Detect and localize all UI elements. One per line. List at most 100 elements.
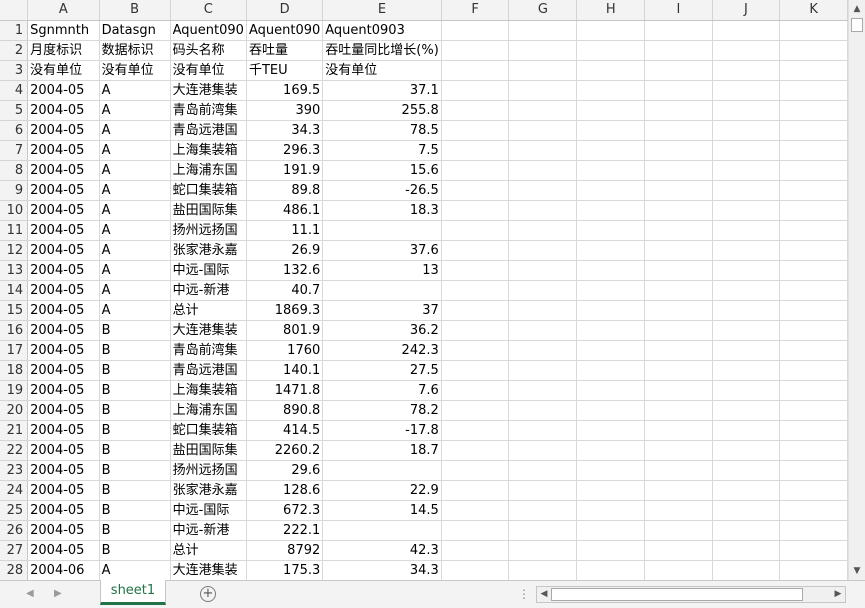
cell[interactable]: 没有单位 — [27, 60, 100, 81]
cell[interactable] — [576, 320, 646, 341]
cell[interactable]: 中远-国际 — [170, 260, 247, 281]
cell[interactable] — [644, 320, 713, 341]
scroll-left-arrow-icon[interactable]: ◀ — [537, 587, 551, 602]
cell[interactable] — [508, 60, 578, 81]
cell[interactable] — [644, 340, 713, 361]
cell[interactable] — [644, 220, 713, 241]
cell[interactable] — [712, 340, 781, 361]
cell[interactable]: 2004-05 — [27, 160, 100, 181]
cell[interactable] — [644, 500, 713, 521]
cell[interactable] — [644, 200, 713, 221]
cell[interactable] — [508, 240, 578, 261]
cell[interactable]: 上海浦东国 — [170, 160, 247, 181]
cell[interactable]: A — [99, 120, 171, 141]
cell[interactable] — [441, 440, 510, 461]
cell[interactable]: 2004-05 — [27, 520, 100, 541]
cell[interactable] — [441, 260, 510, 281]
cell[interactable]: 张家港永嘉 — [170, 480, 247, 501]
cell[interactable] — [779, 220, 848, 241]
cell[interactable]: 青岛远港国 — [170, 120, 247, 141]
cell[interactable] — [712, 160, 781, 181]
cell[interactable] — [576, 540, 646, 561]
cell[interactable]: 2004-06 — [27, 560, 100, 580]
cell[interactable] — [441, 220, 510, 241]
row-header[interactable]: 3 — [0, 60, 29, 81]
cell[interactable] — [508, 400, 578, 421]
cell[interactable]: 青岛前湾集 — [170, 340, 247, 361]
cell[interactable]: 2004-05 — [27, 400, 100, 421]
cell[interactable] — [779, 320, 848, 341]
row-header[interactable]: 4 — [0, 80, 29, 101]
cell[interactable] — [644, 380, 713, 401]
cell[interactable]: 大连港集装 — [170, 320, 247, 341]
cell[interactable] — [644, 480, 713, 501]
cell[interactable] — [576, 80, 646, 101]
cell[interactable] — [712, 460, 781, 481]
cell[interactable] — [508, 280, 578, 301]
cell[interactable]: B — [99, 380, 171, 401]
cell[interactable]: 8792 — [246, 540, 324, 561]
cell[interactable] — [508, 100, 578, 121]
cell[interactable] — [322, 460, 442, 481]
cell[interactable] — [644, 40, 713, 61]
cell[interactable]: 2004-05 — [27, 540, 100, 561]
cell[interactable] — [644, 20, 713, 41]
scroll-up-arrow-icon[interactable]: ▲ — [849, 1, 865, 17]
cell[interactable] — [441, 240, 510, 261]
cell[interactable] — [779, 360, 848, 381]
cell[interactable] — [712, 480, 781, 501]
cell[interactable] — [441, 320, 510, 341]
cell[interactable]: B — [99, 320, 171, 341]
cell[interactable] — [441, 340, 510, 361]
cell[interactable] — [644, 60, 713, 81]
cell[interactable] — [779, 100, 848, 121]
cell[interactable] — [644, 240, 713, 261]
cell[interactable] — [508, 140, 578, 161]
cell[interactable] — [441, 20, 510, 41]
row-header[interactable]: 2 — [0, 40, 29, 61]
row-header[interactable]: 6 — [0, 120, 29, 141]
cell[interactable] — [441, 200, 510, 221]
cell[interactable] — [441, 40, 510, 61]
cell[interactable] — [644, 540, 713, 561]
cell[interactable]: 2004-05 — [27, 120, 100, 141]
cell[interactable]: 2260.2 — [246, 440, 324, 461]
row-header[interactable]: 14 — [0, 280, 29, 301]
cell[interactable] — [576, 300, 646, 321]
cell[interactable]: 码头名称 — [170, 40, 247, 61]
cell[interactable]: 128.6 — [246, 480, 324, 501]
cell[interactable] — [576, 280, 646, 301]
cell[interactable]: 2004-05 — [27, 500, 100, 521]
cell[interactable]: A — [99, 100, 171, 121]
cell[interactable] — [576, 240, 646, 261]
row-header[interactable]: 10 — [0, 200, 29, 221]
cell[interactable] — [712, 520, 781, 541]
cell[interactable]: 千TEU — [246, 60, 324, 81]
row-header[interactable]: 16 — [0, 320, 29, 341]
cell[interactable] — [779, 380, 848, 401]
cell[interactable] — [576, 120, 646, 141]
cell[interactable]: A — [99, 260, 171, 281]
cell[interactable] — [779, 80, 848, 101]
cell[interactable] — [441, 380, 510, 401]
cell[interactable] — [644, 520, 713, 541]
cell[interactable]: 青岛远港国 — [170, 360, 247, 381]
cell[interactable] — [441, 420, 510, 441]
cell[interactable] — [441, 120, 510, 141]
cell[interactable] — [644, 100, 713, 121]
cell[interactable]: 14.5 — [322, 500, 442, 521]
cell[interactable]: B — [99, 520, 171, 541]
cell[interactable] — [779, 180, 848, 201]
cell[interactable]: A — [99, 560, 171, 580]
cell[interactable]: 吞吐量同比增长(%) — [322, 40, 442, 61]
column-header-h[interactable]: H — [576, 0, 646, 21]
cell[interactable] — [322, 220, 442, 241]
cell[interactable] — [508, 560, 578, 580]
cell[interactable]: B — [99, 480, 171, 501]
cell[interactable] — [508, 260, 578, 281]
cell[interactable]: 36.2 — [322, 320, 442, 341]
row-header[interactable]: 21 — [0, 420, 29, 441]
cell[interactable]: 上海集装箱 — [170, 140, 247, 161]
cell[interactable]: 总计 — [170, 300, 247, 321]
cell[interactable]: 169.5 — [246, 80, 324, 101]
